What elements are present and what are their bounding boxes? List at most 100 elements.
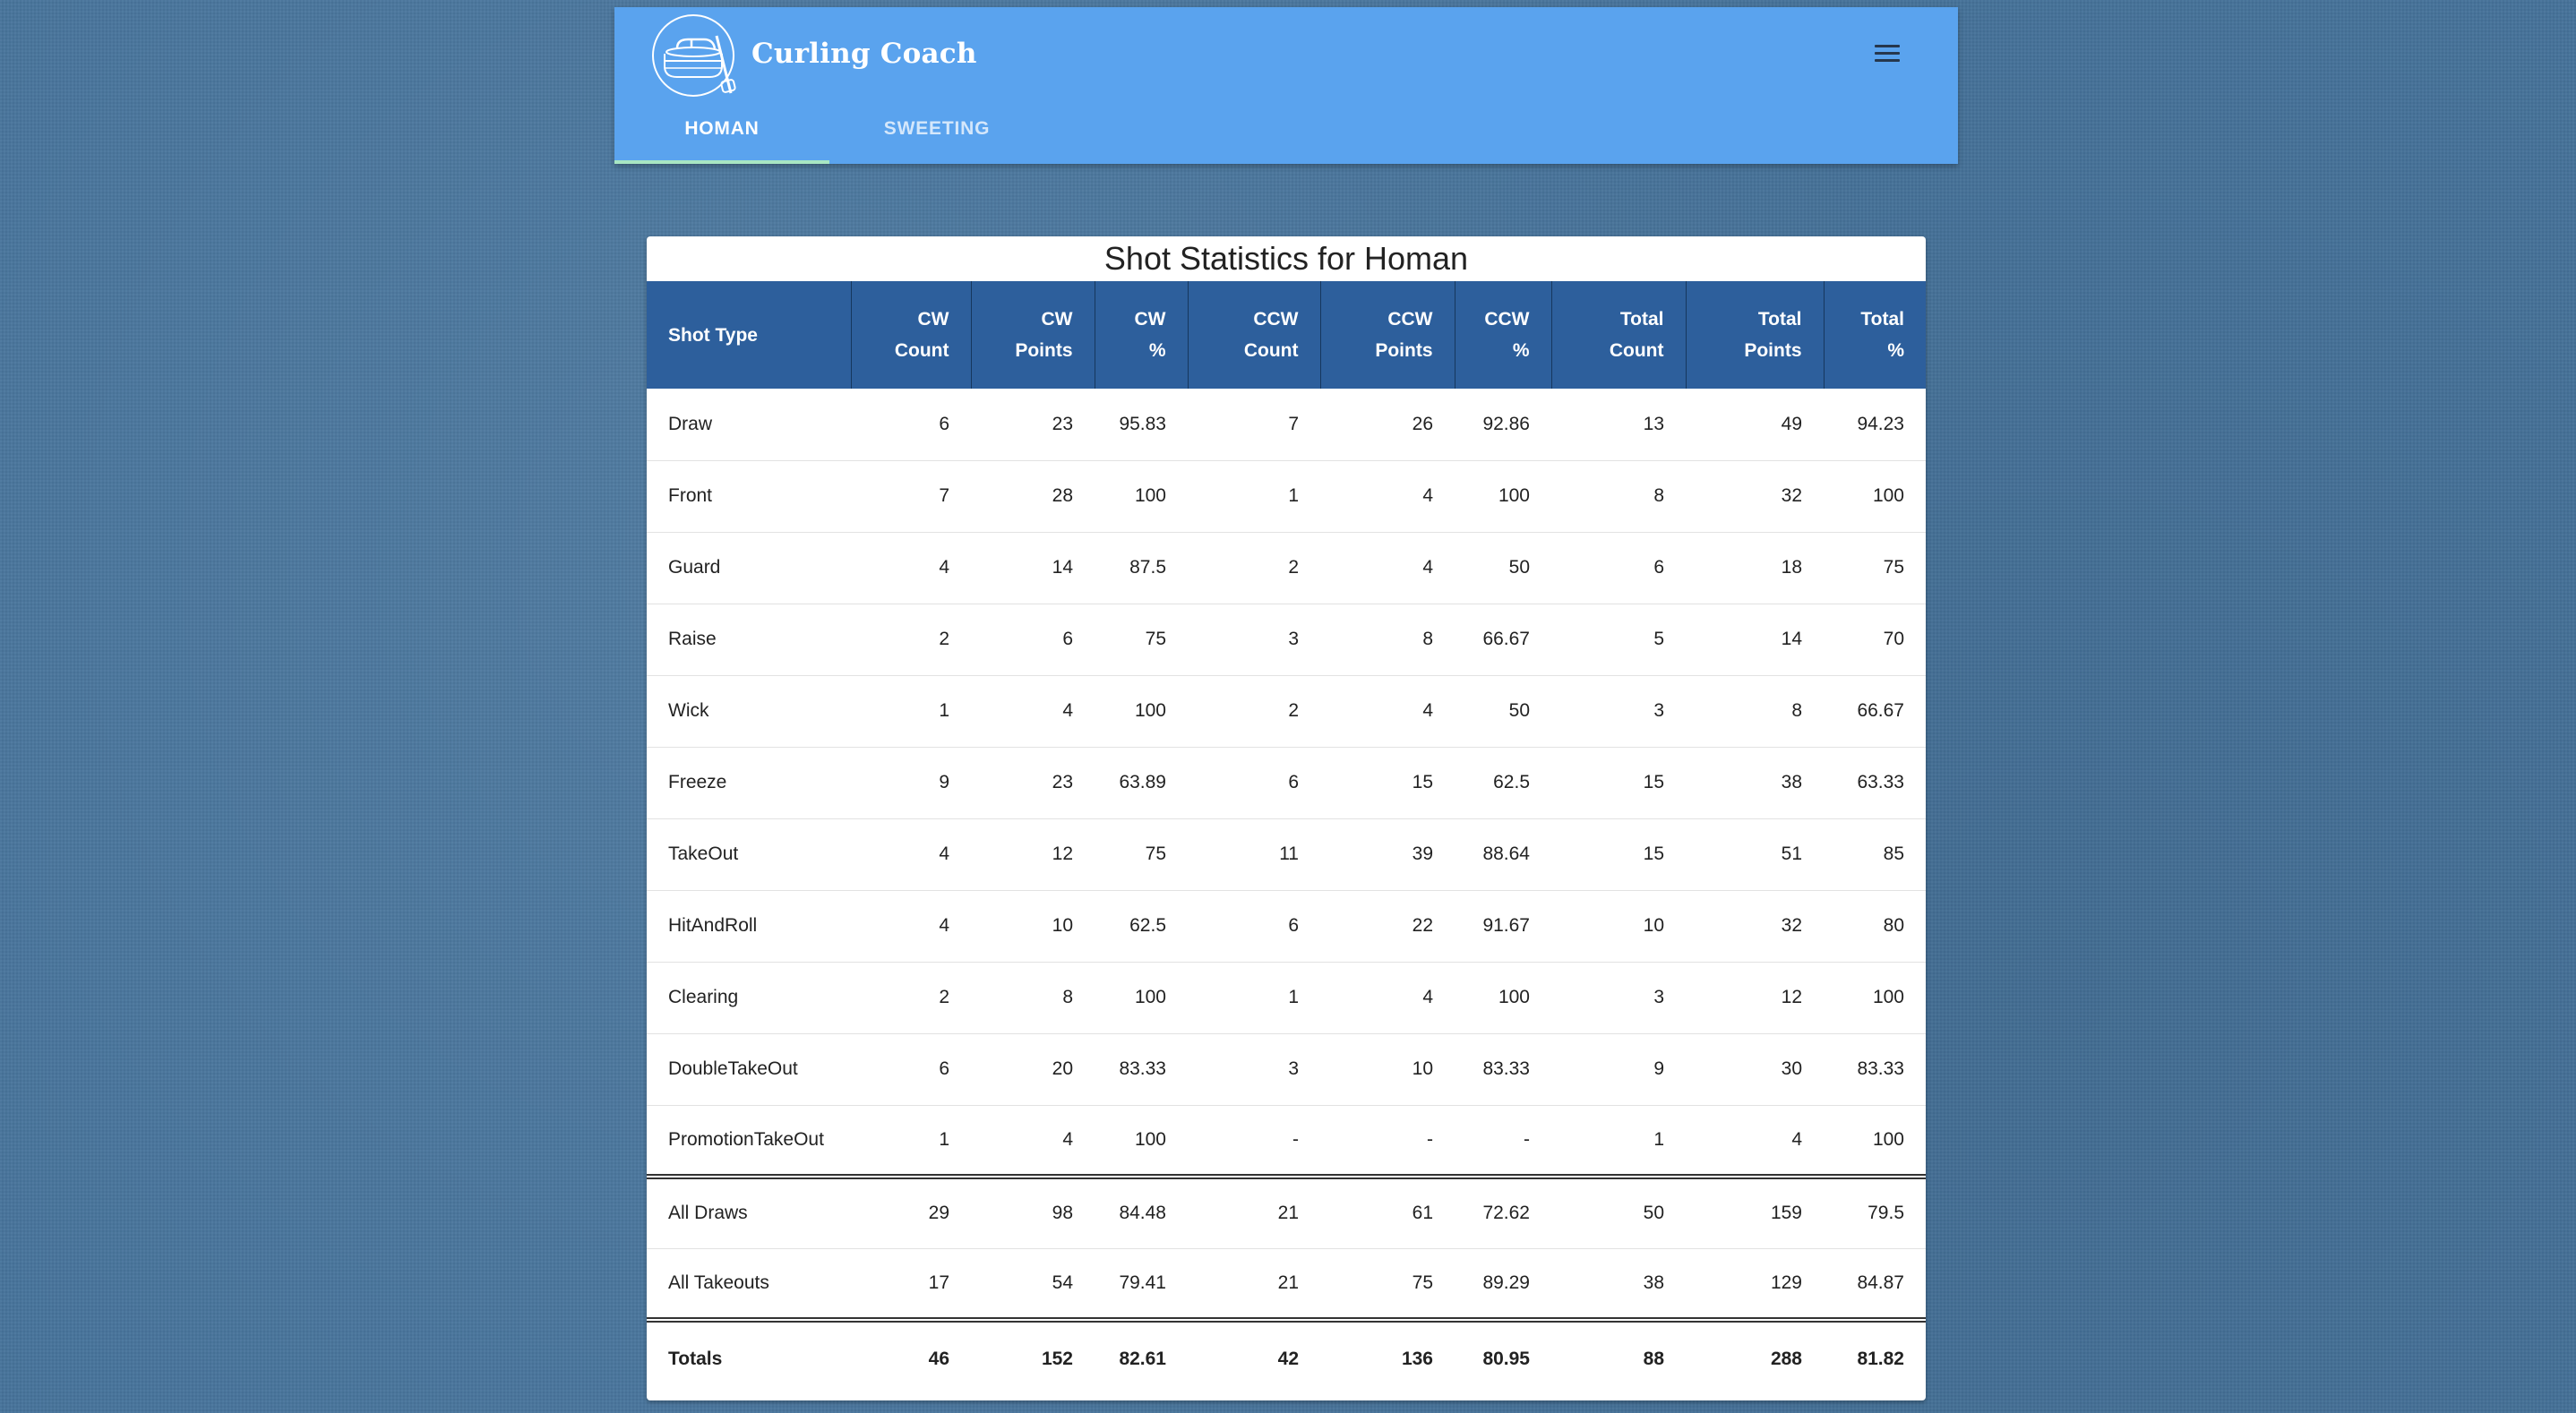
cell-total-pct: 100 [1824, 1105, 1926, 1179]
cell-cw-points: 28 [971, 460, 1095, 533]
header-text: CW % [1134, 309, 1166, 361]
cell-total-points: 32 [1686, 460, 1824, 533]
cell-ccw-pct: 62.5 [1455, 747, 1551, 819]
cell-total-pct: 66.67 [1824, 675, 1926, 748]
cell-cw-pct: 100 [1095, 962, 1188, 1034]
cell-ccw-points: 4 [1320, 532, 1455, 604]
cell-total-count: 88 [1643, 1348, 1664, 1369]
header-text: Count [1243, 340, 1299, 361]
cell-ccw-points: 4 [1320, 460, 1455, 533]
cell-cw-pct: 83.33 [1095, 1033, 1188, 1106]
cell-total-points: 159 [1686, 1177, 1824, 1249]
cell-ccw-pct: 83.33 [1455, 1033, 1551, 1106]
cell-cw-points: 14 [971, 532, 1095, 604]
table-row: PromotionTakeOut 1 4 100- - -1 4 100 [647, 1105, 1926, 1179]
cell-cw-pct: 100 [1095, 675, 1188, 748]
cell-cw-pct: 75 [1095, 604, 1188, 676]
cell-ccw-points: 39 [1320, 818, 1455, 891]
cell-ccw-points: 4 [1320, 675, 1455, 748]
cell-cw-points: 4 [971, 1105, 1095, 1179]
cell-cw-count: 2 [851, 604, 971, 676]
cell-total-count: 5 [1551, 604, 1686, 676]
cell-ccw-points: 136 [1401, 1348, 1433, 1369]
header-text: CCW [1253, 309, 1299, 330]
cell-cw-count: 1 [851, 675, 971, 748]
hamburger-menu-icon[interactable] [1867, 34, 1906, 73]
cell-shot-type: Clearing [647, 962, 851, 1034]
summary-row: All Takeouts 17 54 79.41 21 75 89.29 38 129 84.87 [647, 1248, 1926, 1323]
tab-sweeting[interactable]: SWEETING [829, 100, 1044, 164]
tab-bar: HOMAN SWEETING [614, 100, 1958, 164]
cell-cw-pct: 100 [1095, 1105, 1188, 1179]
table-row: Clearing 2 8 100 1 4 100 3 12 100 [647, 962, 1926, 1034]
cell-shot-type: HitAndRoll [647, 890, 851, 963]
table-row: DoubleTakeOut 6 20 83.33 3 10 83.33 9 30 83.33 [647, 1033, 1926, 1106]
header-text: % [1887, 340, 1904, 361]
cell-cw-pct: 63.89 [1095, 747, 1188, 819]
cell-total-pct: 80 [1824, 890, 1926, 963]
header-ccw-pct: CCW% [1455, 281, 1552, 389]
toolbar: Curling Coach [614, 7, 1958, 100]
cell-ccw-points: 15 [1320, 747, 1455, 819]
cell-total-points: 51 [1686, 818, 1824, 891]
header-text: Points [1744, 340, 1802, 361]
table-row: Guard 4 14 87.5 2 4 50 6 18 75 [647, 532, 1926, 604]
cell-ccw-count: 6 [1188, 747, 1320, 819]
cell-total-points: 12 [1686, 962, 1824, 1034]
cell-ccw-count: 1 [1188, 460, 1320, 533]
cell-cw-points: 6 [971, 604, 1095, 676]
cell-cw-points: 4 [971, 675, 1095, 748]
cell-ccw-count: 3 [1188, 604, 1320, 676]
cell-cw-pct: 79.41 [1095, 1248, 1188, 1323]
cell-cw-pct: 62.5 [1095, 890, 1188, 963]
table-title: Shot Statistics for Homan [1103, 240, 1469, 277]
header-total-points: Total Points [1686, 281, 1825, 389]
cell-ccw-points: 26 [1320, 389, 1455, 461]
cell-total-pct: 63.33 [1824, 747, 1926, 819]
cell-total-pct: 100 [1824, 962, 1926, 1034]
table-row: TakeOut 4 12 75 11 39 88.64 15 51 85 [647, 818, 1926, 891]
header-text: CCW [1484, 309, 1530, 330]
tab-homan[interactable]: HOMAN [614, 100, 829, 164]
cell-total-points: 49 [1686, 389, 1824, 461]
cell-shot-type: Wick [647, 675, 851, 748]
header-text: Total [1757, 309, 1802, 330]
header-text: Count [894, 340, 949, 361]
cell-total-count: 1 [1551, 1105, 1686, 1179]
cell-ccw-count: - [1188, 1105, 1320, 1179]
cell-cw-points: 23 [971, 747, 1095, 819]
cell-ccw-count: 6 [1188, 890, 1320, 963]
cell-ccw-count: 2 [1188, 532, 1320, 604]
cell-total-points: 14 [1686, 604, 1824, 676]
cell-ccw-count: 7 [1188, 389, 1320, 461]
cell-total-count: 3 [1551, 675, 1686, 748]
cell-total-count: 6 [1551, 532, 1686, 604]
cell-ccw-points: 61 [1320, 1177, 1455, 1249]
cell-shot-type: Guard [647, 532, 851, 604]
table-row: HitAndRoll 4 10 62.5 6 22 91.67 10 32 80 [647, 890, 1926, 963]
cell-ccw-pct: 88.64 [1455, 818, 1551, 891]
header-cw-pct: CW % [1095, 281, 1189, 389]
header-text: Points [1375, 340, 1433, 361]
cell-ccw-points: 4 [1320, 962, 1455, 1034]
header-ccw-count: CCW Count [1188, 281, 1321, 389]
cell-ccw-count: 2 [1188, 675, 1320, 748]
cell-total-pct: 84.87 [1824, 1248, 1926, 1323]
cell-total-pct: 94.23 [1824, 389, 1926, 461]
cell-ccw-pct: 92.86 [1455, 389, 1551, 461]
cell-ccw-points: 8 [1320, 604, 1455, 676]
app-title: Curling Coach [751, 38, 977, 70]
cell-total-count: 15 [1551, 747, 1686, 819]
cell-cw-points: 8 [971, 962, 1095, 1034]
cell-total-count: 8 [1551, 460, 1686, 533]
cell-total-points: 18 [1686, 532, 1824, 604]
cell-cw-count: 9 [851, 747, 971, 819]
cell-shot-type: Draw [647, 389, 851, 461]
cell-ccw-count: 1 [1188, 962, 1320, 1034]
cell-ccw-pct: 80.95 [1482, 1348, 1530, 1369]
cell-cw-points: 54 [971, 1248, 1095, 1323]
cell-shot-type: Freeze [647, 747, 851, 819]
header-text: Total [1860, 309, 1904, 330]
summary-row: All Draws 29 98 84.48 21 61 72.62 50 159 79.5 [647, 1177, 1926, 1249]
cell-cw-count: 4 [851, 818, 971, 891]
